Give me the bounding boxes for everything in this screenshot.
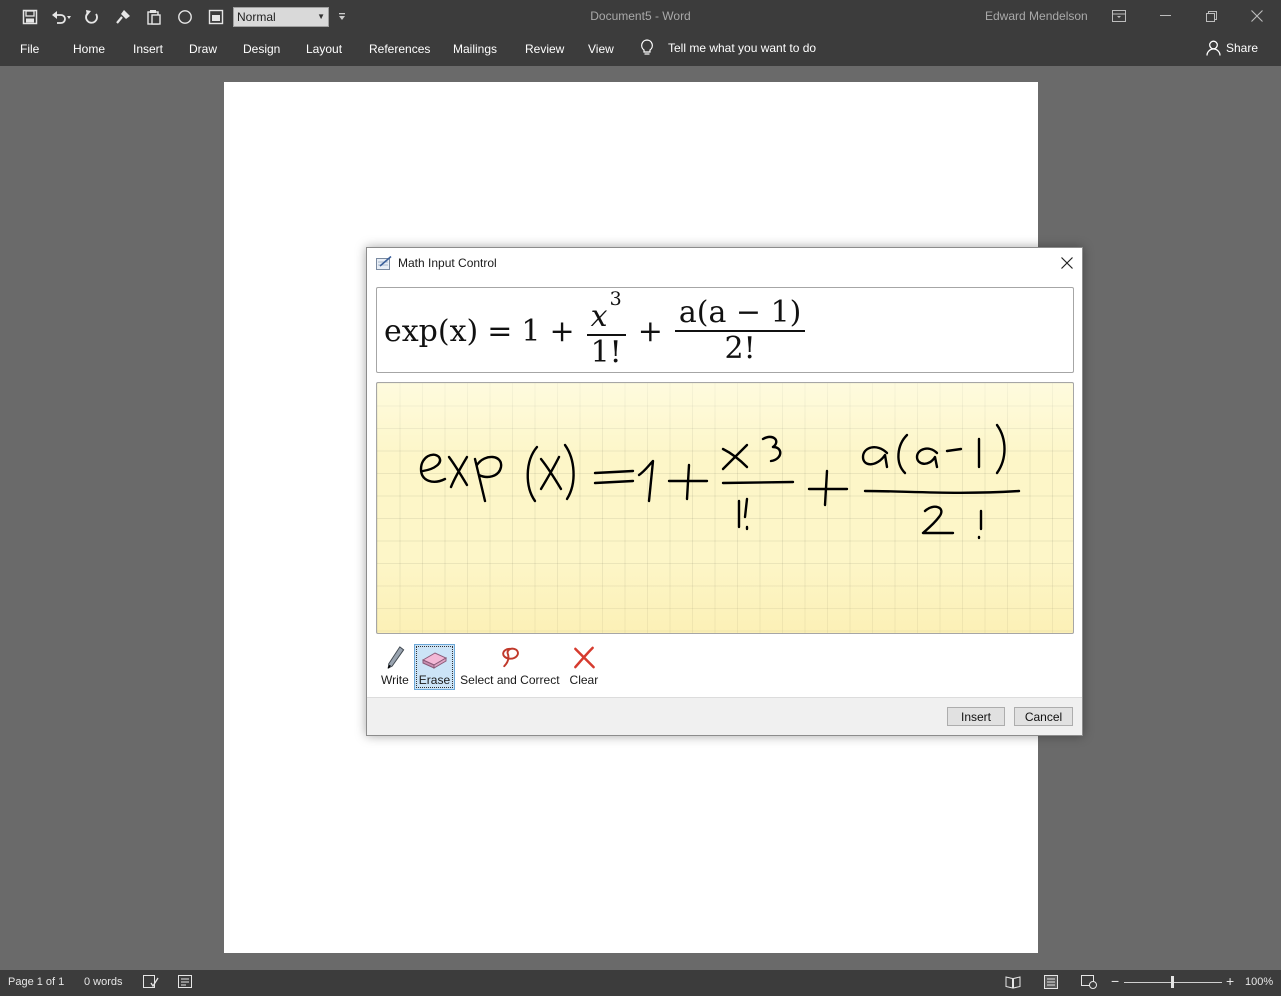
title-bar: Normal ▼ Document5 - Word Edward Mendels… — [0, 0, 1281, 32]
undo-icon[interactable] — [45, 6, 76, 28]
dialog-close-button[interactable] — [1056, 252, 1078, 274]
dialog-footer: Insert Cancel — [367, 697, 1082, 735]
chevron-down-icon: ▼ — [317, 12, 325, 21]
status-bar: Page 1 of 1 0 words − + 100% — [0, 970, 1281, 996]
handwriting-pad[interactable] — [376, 382, 1074, 634]
cancel-button[interactable]: Cancel — [1014, 707, 1073, 726]
formula-preview: exp(x) = 1 + x3 1! + a(a − 1) 2! — [376, 287, 1074, 373]
minimize-button[interactable] — [1142, 0, 1188, 32]
tab-insert[interactable]: Insert — [133, 42, 163, 56]
fraction-1-numerator: x3 — [586, 288, 626, 336]
quick-access-toolbar: Normal ▼ — [14, 6, 355, 28]
recognized-formula: exp(x) = 1 + x3 1! + a(a − 1) 2! — [384, 288, 808, 371]
select-and-correct-tool-label: Select and Correct — [460, 673, 560, 687]
clear-x-icon — [573, 646, 595, 669]
style-dropdown[interactable]: Normal ▼ — [233, 7, 329, 27]
macro-recording-icon[interactable] — [178, 975, 194, 992]
zoom-level[interactable]: 100% — [1245, 976, 1273, 988]
customize-qat-icon[interactable] — [329, 6, 355, 28]
select-and-correct-tool-button[interactable]: Select and Correct — [455, 644, 564, 690]
save-icon[interactable] — [14, 6, 45, 28]
eraser-icon — [422, 652, 448, 669]
restore-icon — [1205, 10, 1217, 22]
fraction-1-exponent: 3 — [609, 288, 622, 310]
web-layout-icon[interactable] — [1081, 975, 1097, 992]
user-name[interactable]: Edward Mendelson — [985, 9, 1088, 23]
minimize-icon — [1159, 15, 1171, 16]
fraction-2-denominator: 2! — [724, 331, 756, 366]
ribbon-display-options-button[interactable] — [1096, 0, 1142, 32]
clear-tool-button[interactable]: Clear — [565, 644, 604, 690]
pen-icon — [387, 646, 405, 669]
formula-equals: = — [487, 313, 513, 349]
fraction-1-base: x — [590, 299, 608, 334]
restore-button[interactable] — [1188, 0, 1234, 32]
share-label: Share — [1226, 41, 1259, 55]
paste-icon[interactable] — [138, 6, 169, 28]
tab-draw[interactable]: Draw — [189, 42, 217, 56]
tab-layout[interactable]: Layout — [306, 42, 342, 56]
dialog-title: Math Input Control — [398, 256, 497, 270]
close-window-button[interactable] — [1234, 0, 1280, 32]
frame-icon[interactable] — [200, 6, 231, 28]
tell-me-search[interactable]: Tell me what you want to do — [640, 39, 816, 56]
tab-design[interactable]: Design — [243, 42, 280, 56]
ribbon-display-icon — [1112, 10, 1126, 22]
window-title: Document5 - Word — [590, 9, 691, 23]
math-input-icon — [376, 256, 392, 270]
formula-plus-2: + — [637, 313, 663, 349]
handwritten-ink — [419, 423, 1021, 540]
word-count[interactable]: 0 words — [84, 976, 123, 988]
formula-fraction-1: x3 1! — [586, 288, 626, 370]
formula-fraction-2: a(a − 1) 2! — [674, 296, 806, 366]
write-tool-label: Write — [381, 673, 409, 687]
redo-icon[interactable] — [76, 6, 107, 28]
tab-review[interactable]: Review — [525, 42, 564, 56]
tab-view[interactable]: View — [588, 42, 614, 56]
dialog-titlebar: Math Input Control — [376, 256, 497, 270]
tab-references[interactable]: References — [369, 42, 430, 56]
ribbon-tabs: File Home Insert Draw Design Layout Refe… — [0, 32, 1281, 66]
insert-button[interactable]: Insert — [947, 707, 1005, 726]
formula-plus-1: + — [549, 313, 575, 349]
fraction-2-numerator: a(a − 1) — [674, 296, 806, 332]
tab-home[interactable]: Home — [73, 42, 105, 56]
tell-me-text: Tell me what you want to do — [668, 40, 817, 55]
read-mode-icon[interactable] — [1005, 975, 1021, 992]
fraction-1-denominator: 1! — [590, 335, 622, 370]
formula-one: 1 — [521, 313, 541, 349]
lasso-icon — [502, 647, 519, 668]
tab-mailings[interactable]: Mailings — [453, 42, 497, 56]
format-painter-icon[interactable] — [107, 6, 138, 28]
share-button[interactable]: Share — [1206, 40, 1258, 56]
erase-tool-button[interactable]: Erase — [413, 644, 456, 690]
close-icon — [1251, 10, 1263, 22]
write-tool-button[interactable]: Write — [376, 644, 414, 690]
math-input-dialog: Math Input Control exp(x) = 1 + x3 1! + … — [366, 247, 1083, 736]
lightbulb-icon — [641, 39, 653, 55]
style-dropdown-value: Normal — [237, 10, 276, 24]
page-count[interactable]: Page 1 of 1 — [8, 976, 64, 988]
tab-file[interactable]: File — [20, 42, 39, 56]
print-layout-icon[interactable] — [1043, 974, 1059, 993]
close-icon — [1061, 257, 1073, 269]
ink-tools: Write Erase Select and Correct Clear — [376, 644, 603, 692]
proofing-icon[interactable] — [143, 975, 159, 992]
zoom-in-button[interactable]: + — [1226, 973, 1234, 989]
erase-tool-label: Erase — [418, 673, 451, 687]
formula-lhs: exp(x) — [384, 313, 479, 349]
circle-shape-icon[interactable] — [169, 6, 200, 28]
zoom-out-button[interactable]: − — [1111, 973, 1119, 989]
zoom-slider-thumb[interactable] — [1171, 976, 1174, 988]
clear-tool-label: Clear — [569, 673, 599, 687]
person-icon — [1206, 40, 1221, 56]
